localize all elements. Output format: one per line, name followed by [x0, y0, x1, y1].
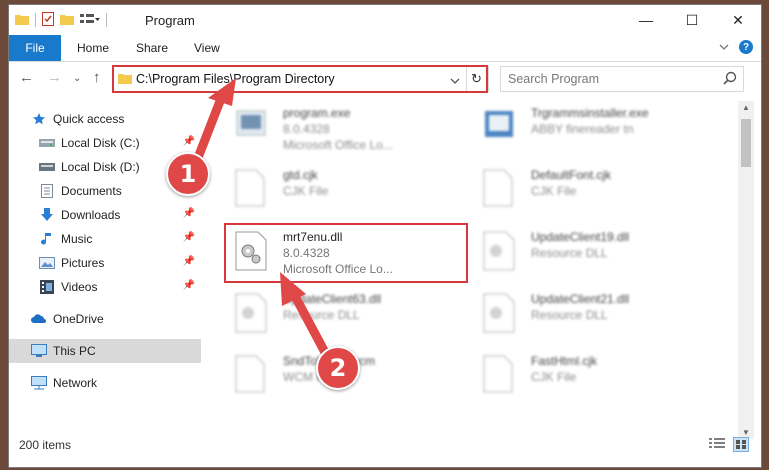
- step-1-badge: 1: [166, 152, 210, 196]
- arrow-1-head: [208, 78, 236, 106]
- step-2-badge: 2: [316, 346, 360, 390]
- annotation-arrows: [189, 78, 333, 363]
- arrow-2-shaft: [291, 293, 333, 363]
